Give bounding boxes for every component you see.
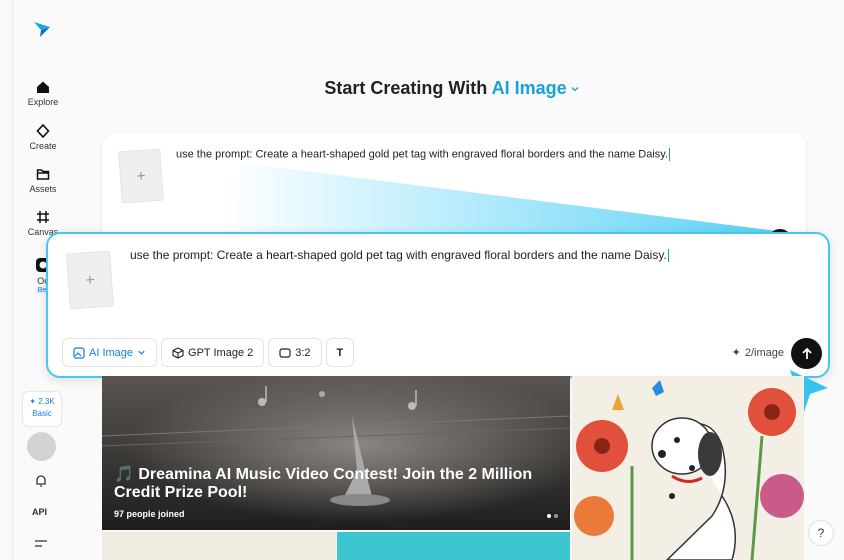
credits-badge[interactable]: ✦ 2.3K Basic	[22, 391, 62, 427]
text-icon: T	[336, 346, 344, 359]
carousel-dots[interactable]	[547, 514, 558, 518]
plan-label: Basic	[32, 409, 52, 418]
sidebar-item-assets[interactable]: Assets	[14, 167, 72, 194]
model-select-button[interactable]: GPT Image 2	[161, 338, 265, 367]
prompt-card[interactable]: + use the prompt: Create a heart-shaped …	[46, 232, 830, 378]
aspect-ratio-button[interactable]: 3:2	[268, 338, 322, 367]
sidebar-item-label: Assets	[29, 184, 57, 194]
page-title: Start Creating With AI Image	[0, 78, 844, 99]
cube-icon	[172, 346, 184, 359]
title-prefix: Start Creating With	[324, 78, 488, 98]
reference-image-slot[interactable]: +	[118, 148, 164, 204]
reference-image-slot[interactable]: +	[66, 250, 114, 310]
gallery-image[interactable]	[337, 532, 570, 560]
text-style-button[interactable]: T	[325, 338, 355, 367]
star-icon: ✦	[29, 397, 36, 406]
api-link[interactable]: API	[32, 507, 47, 517]
help-button[interactable]: ?	[808, 520, 834, 546]
canvas-icon	[37, 211, 49, 223]
mode-select-button[interactable]: AI Image	[62, 338, 158, 367]
credits-amount: 2.3K	[38, 397, 55, 406]
bell-icon[interactable]	[34, 474, 48, 488]
chevron-down-icon	[571, 87, 579, 92]
mode-dropdown[interactable]: AI Image	[492, 78, 580, 98]
sparkle-icon	[36, 124, 50, 138]
help-icon: ?	[817, 526, 825, 540]
avatar[interactable]	[27, 432, 56, 461]
cost-indicator: ✦ 2/image	[731, 346, 784, 360]
menu-icon[interactable]	[34, 538, 48, 550]
banner-title: 🎵 Dreamina AI Music Video Contest! Join …	[114, 466, 533, 501]
prompt-text-preview: use the prompt: Create a heart-shaped go…	[176, 148, 671, 161]
sidebar-item-create[interactable]: Create	[14, 124, 72, 151]
prompt-input[interactable]: use the prompt: Create a heart-shaped go…	[130, 248, 669, 263]
contest-banner[interactable]: 🎵 Dreamina AI Music Video Contest! Join …	[102, 376, 570, 530]
prompt-card-background: + use the prompt: Create a heart-shaped …	[102, 133, 806, 243]
banner-participants: 97 people joined	[114, 509, 185, 519]
chevron-down-icon	[138, 350, 145, 355]
sidebar-item-label: Create	[29, 141, 57, 151]
gallery-image[interactable]	[102, 532, 336, 560]
folder-icon	[36, 169, 50, 180]
arrow-up-icon	[801, 347, 812, 359]
app-logo-icon[interactable]	[32, 18, 52, 38]
mode-dropdown-label: AI Image	[491, 78, 567, 98]
prompt-toolbar: AI Image GPT Image 2 3:2 T	[62, 338, 355, 367]
gallery-image-dalmatian[interactable]	[572, 376, 804, 560]
dalmatian-flowers-illustration	[572, 376, 804, 560]
ratio-icon	[279, 347, 291, 358]
sparkle-icon: ✦	[731, 347, 741, 359]
banner-background	[102, 376, 570, 530]
image-icon	[73, 346, 85, 359]
